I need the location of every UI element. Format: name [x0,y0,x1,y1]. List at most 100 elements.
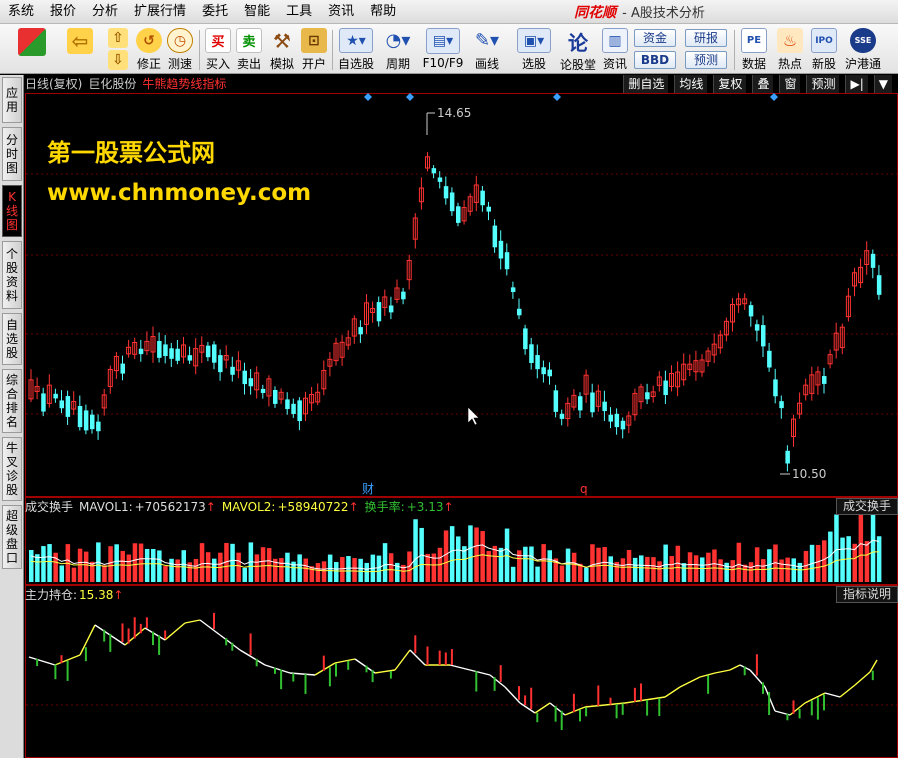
volume-bar [254,554,260,582]
data-label: 数据 [741,57,766,71]
candle-body [443,186,449,199]
data-button[interactable]: PE 数据 [738,26,770,72]
menu-news[interactable]: 资讯 [320,0,362,24]
menu-tools[interactable]: 工具 [278,0,320,24]
toolbar-divider [199,30,200,70]
simulate-button[interactable]: ⚒ 模拟 [266,26,298,72]
turnover-arrow: ↑ [443,500,454,514]
f10-icon: ▤▾ [426,28,460,54]
tab-kline[interactable]: K线图 [2,185,22,237]
draw-line-button[interactable]: ✎▾ 画线 [468,26,506,72]
forum-icon: 论 [568,30,588,55]
period-button[interactable]: ◔▾ 周期 [380,26,416,72]
forum-button[interactable]: 论 论股堂 [558,26,598,73]
capital-button[interactable]: 资金 [634,29,676,47]
volume-indicator-button[interactable]: 成交换手 [835,498,898,515]
menu-analysis[interactable]: 分析 [84,0,126,24]
new-stocks-label: 新股 [811,57,836,71]
volume-bar [53,552,58,582]
sell-button[interactable]: 卖 卖出 [234,26,264,72]
page-up-down-button[interactable]: ⇧ ⇩ [106,26,130,72]
candle-body [480,190,485,206]
buy-button[interactable]: 买 买入 [203,26,233,72]
volume-bar [41,546,46,582]
position-line-segment [664,686,681,698]
fix-button[interactable]: ↺ 修正 [134,26,164,72]
volume-bar [681,563,687,582]
position-line-segment [239,649,266,666]
candle-body [437,177,443,182]
position-line-segment [164,622,186,641]
news-button[interactable]: ▥ 资讯 [600,26,630,72]
tab-order-book[interactable]: 超级盘口 [2,505,22,569]
candle-body [492,225,498,248]
volume-bar [584,567,589,582]
new-stocks-button[interactable]: IPO 新股 [808,26,840,72]
menu-system[interactable]: 系统 [0,0,42,24]
f10-button[interactable]: ▤▾ F10/F9 [420,26,466,72]
menu-smart[interactable]: 智能 [236,0,278,24]
news-icon: ▥ [602,28,628,53]
tab-intraday[interactable]: 分时图 [2,127,22,181]
volume-bar [163,566,168,582]
mavol2-arrow: ↑ [348,500,359,514]
volume-bar [340,556,345,582]
candle-body [96,421,101,432]
menu-quote[interactable]: 报价 [42,0,84,24]
candle-body [608,414,613,422]
volume-bar [876,536,882,582]
candle-body [779,401,784,409]
forecast-button[interactable]: 预测 [685,51,727,69]
tab-watchlist[interactable]: 自选股 [2,313,22,365]
candle-body [260,388,266,393]
position-line-segment [28,656,56,666]
bbd-button[interactable]: BBD [634,51,676,69]
speed-test-button[interactable]: ◷ 测速 [165,26,195,72]
position-title: 主力持仓: [25,588,78,602]
candle-body [663,380,668,396]
mavol2-value: +58940722 [277,500,349,514]
watermark-url: www.chnmoney.com [47,180,312,206]
select-stock-icon: ▣▾ [517,28,551,53]
menu-help[interactable]: 帮助 [362,0,404,24]
layout-button[interactable] [12,26,52,72]
position-line-segment [564,706,586,716]
volume-bar [388,553,394,582]
forum-label: 论股堂 [559,58,596,72]
tab-stock-profile[interactable]: 个股资料 [2,241,22,309]
tab-apps[interactable]: 应用 [2,77,22,123]
hot-topics-button[interactable]: ♨ 热点 [774,26,806,72]
hk-connect-button[interactable]: SSE 沪港通 [842,26,884,72]
volume-bar [83,551,89,582]
event-marker-diamond [406,93,414,101]
star-list-icon: ★▾ [339,28,373,53]
tab-diagnosis[interactable]: 牛叉诊股 [2,437,22,501]
open-account-label: 开户 [301,57,326,71]
tab-ranking[interactable]: 综合排名 [2,369,22,433]
candle-body [773,379,778,397]
chart-canvas[interactable]: 14.65 10.50 财 q [25,75,898,758]
open-account-button[interactable]: ⊡ 开户 [298,26,330,72]
candle-body [65,396,71,417]
volume-bar [858,510,864,582]
volume-bar [468,525,473,582]
volume-bar [785,557,790,582]
ipo-icon: IPO [811,28,837,53]
indicator-help-button[interactable]: 指标说明 [835,586,898,603]
mavol1-arrow: ↑ [205,500,216,514]
menu-extended-market[interactable]: 扩展行情 [126,0,194,24]
position-line-segment [79,624,96,656]
sell-label: 卖出 [236,57,261,71]
select-stock-button[interactable]: ▣▾ 选股 [514,26,554,72]
watchlist-button[interactable]: ★▾ 自选股 [336,26,376,72]
back-button[interactable]: ⇦ [62,26,98,72]
volume-bar [657,561,662,582]
volume-bar [632,557,638,582]
research-report-button[interactable]: 研报 [685,29,727,47]
volume-bar [47,544,52,582]
volume-bar [822,540,827,582]
volume-bar [767,549,772,582]
candle-body [401,291,406,300]
menu-bar: 系统 报价 分析 扩展行情 委托 智能 工具 资讯 帮助 同花顺 - A股技术分… [0,0,898,24]
menu-trade[interactable]: 委托 [194,0,236,24]
